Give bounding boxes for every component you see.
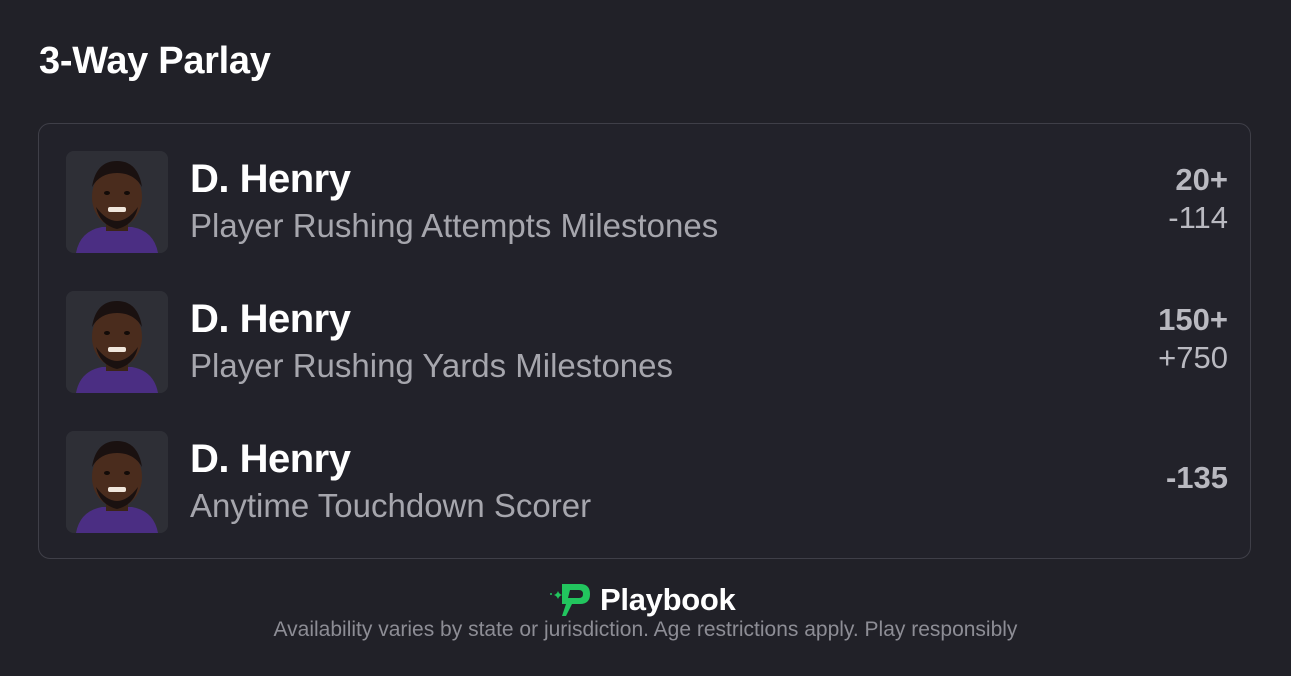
player-name: D. Henry xyxy=(190,437,351,481)
player-avatar xyxy=(66,291,168,393)
odds-block: -135 xyxy=(1166,459,1228,497)
parlay-leg[interactable]: D. Henry Anytime Touchdown Scorer -135 xyxy=(66,431,1228,535)
line-value: 150+ xyxy=(1158,302,1228,337)
brand-name: Playbook xyxy=(600,582,736,617)
odds-price: +750 xyxy=(1158,340,1228,375)
market-label: Player Rushing Yards Milestones xyxy=(190,347,674,384)
odds-price: -135 xyxy=(1165,460,1228,495)
player-avatar xyxy=(66,151,168,253)
disclaimer-text: Availability varies by state or jurisdic… xyxy=(273,618,1018,641)
player-name: D. Henry xyxy=(190,297,351,341)
line-value: 20+ xyxy=(1175,162,1228,197)
page-title: 3-Way Parlay xyxy=(39,40,271,82)
parlay-leg[interactable]: D. Henry Player Rushing Yards Milestones… xyxy=(66,291,1228,395)
odds-block: 20+ -114 xyxy=(1168,161,1228,237)
odds-block: 150+ +750 xyxy=(1158,301,1228,377)
parlay-card: D. Henry Player Rushing Attempts Milesto… xyxy=(38,123,1251,559)
playbook-logo-icon xyxy=(550,584,590,616)
market-label: Anytime Touchdown Scorer xyxy=(190,487,592,524)
parlay-leg[interactable]: D. Henry Player Rushing Attempts Milesto… xyxy=(66,151,1228,255)
playbook-logo: Playbook xyxy=(548,580,736,620)
player-avatar xyxy=(66,431,168,533)
odds-price: -114 xyxy=(1168,200,1228,235)
player-name: D. Henry xyxy=(190,157,351,201)
market-label: Player Rushing Attempts Milestones xyxy=(190,207,719,244)
